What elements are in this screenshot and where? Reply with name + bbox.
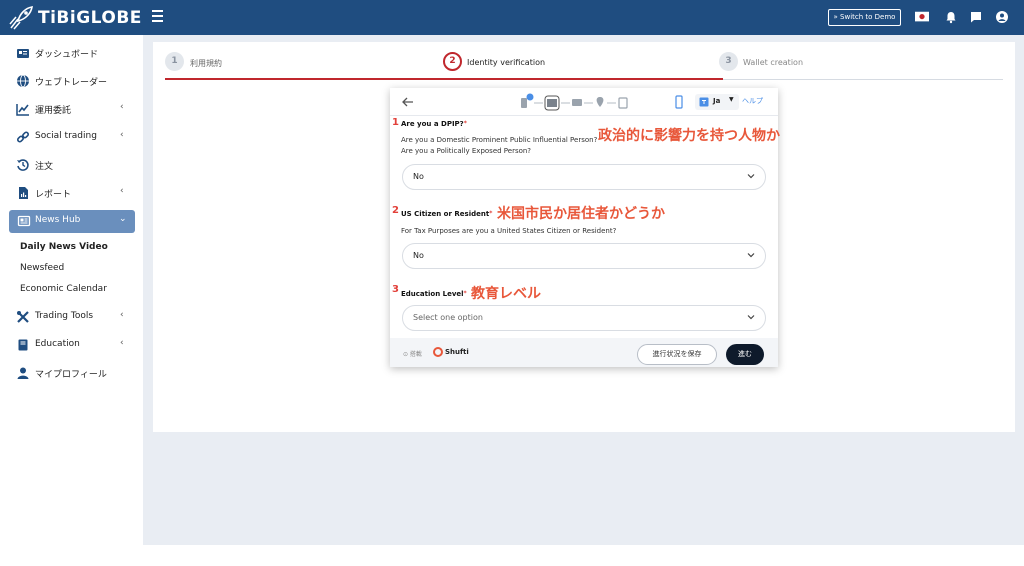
sidebar-subitem-daily-news-video[interactable]: Daily News Video: [20, 242, 108, 252]
step-2-circle[interactable]: 2: [443, 52, 462, 71]
help-link[interactable]: ヘルプ: [742, 96, 763, 106]
chevron-down-icon: ▼: [729, 96, 734, 103]
top-bar: TiBiGLOBE » Switch to Demo: [0, 0, 1024, 35]
bell-icon[interactable]: [944, 10, 958, 24]
education-level-label: Education Level*: [401, 290, 467, 298]
dpip-question-2: Are you a Politically Exposed Person?: [401, 147, 532, 155]
history-icon: [17, 159, 29, 171]
globe-icon: [17, 74, 29, 88]
switch-to-demo-button[interactable]: » Switch to Demo: [828, 9, 901, 26]
user-icon: [17, 367, 29, 379]
chevron-left-icon: ‹: [120, 310, 124, 320]
powered-by-label: ⊙ 搭載: [403, 351, 422, 358]
chart-line-icon: [16, 104, 29, 116]
dpip-select-value: No: [413, 172, 424, 181]
us-citizen-label: US Citizen or Resident*: [401, 210, 493, 218]
sidebar-item-label: Education: [35, 339, 80, 349]
annotation-us-citizen: 米国市民か居住者かどうか: [497, 206, 665, 222]
sidebar-subitem-newsfeed[interactable]: Newsfeed: [20, 263, 64, 273]
step-1-label[interactable]: 利用規約: [190, 58, 222, 69]
education-level-placeholder: Select one option: [413, 313, 483, 322]
rocket-icon: [9, 6, 33, 30]
sidebar-item-label: ダッシュボード: [35, 50, 99, 60]
sidebar: ダッシュボード ウェブトレーダー 運用委託 ‹ Social trading ‹…: [0, 35, 143, 566]
chevron-down-icon: [747, 253, 755, 258]
language-value: Ja: [713, 97, 721, 105]
chevron-left-icon: ‹: [120, 338, 124, 348]
book-icon: [18, 339, 28, 351]
sidebar-item-education[interactable]: Education ‹: [0, 334, 143, 356]
annotation-education: 教育レベル: [471, 286, 541, 302]
step-2-label[interactable]: Identity verification: [467, 58, 545, 67]
annotation-dpip: 政治的に影響力を持つ人物か: [598, 128, 780, 144]
annotation-number-2: 2: [392, 205, 399, 216]
stepper-progress-rest: [723, 79, 1003, 80]
dpip-label: Are you a DPIP?*: [401, 120, 467, 128]
chevron-left-icon: ‹: [120, 186, 124, 196]
chevron-left-icon: ‹: [120, 102, 124, 112]
annotation-number-3: 3: [392, 284, 399, 295]
sidebar-item-label: レポート: [35, 190, 72, 200]
stepper-progress-active: [165, 78, 723, 80]
dpip-question-1: Are you a Domestic Prominent Public Infl…: [401, 136, 598, 144]
logo-text: TiBiGLOBE: [38, 8, 142, 28]
shufti-logo-icon: [433, 347, 443, 357]
file-chart-icon: [19, 187, 28, 199]
modal-footer: ⊙ 搭載 Shufti 進行状況を保存 進む: [390, 338, 778, 367]
translate-icon: [699, 97, 709, 107]
page-footer: [143, 545, 1024, 566]
logo[interactable]: TiBiGLOBE: [8, 5, 148, 31]
sidebar-item-label: News Hub: [35, 215, 81, 225]
sidebar-subitem-economic-calendar[interactable]: Economic Calendar: [20, 284, 107, 294]
save-progress-button[interactable]: 進行状況を保存: [637, 344, 717, 365]
sidebar-item-web-trader[interactable]: ウェブトレーダー: [0, 70, 143, 92]
sidebar-item-managed-investment[interactable]: 運用委託 ‹: [0, 98, 143, 120]
sidebar-item-my-profile[interactable]: マイプロフィール: [0, 362, 143, 384]
modal-header: Ja ▼ ヘルプ: [390, 88, 778, 116]
user-account-icon[interactable]: [995, 10, 1009, 24]
sidebar-item-orders[interactable]: 注文: [0, 154, 143, 176]
shufti-brand: Shufti: [445, 348, 469, 356]
chat-icon[interactable]: [969, 10, 983, 24]
sidebar-item-label: ウェブトレーダー: [35, 78, 108, 88]
chevron-down-icon: [747, 174, 755, 179]
step-3-circle[interactable]: 3: [719, 52, 738, 71]
dpip-select[interactable]: No: [402, 164, 766, 190]
sidebar-item-label: マイプロフィール: [35, 370, 107, 380]
newspaper-icon: [17, 215, 31, 227]
step-3-label[interactable]: Wallet creation: [743, 58, 803, 67]
language-selector[interactable]: Ja ▼: [695, 94, 739, 110]
sidebar-item-label: Trading Tools: [35, 311, 94, 321]
annotation-number-1: 1: [392, 117, 399, 128]
link-icon: [16, 131, 30, 143]
chevron-down-icon: ⌄: [119, 214, 127, 224]
us-citizen-select-value: No: [413, 251, 424, 260]
us-citizen-question: For Tax Purposes are you a United States…: [401, 227, 617, 235]
sidebar-item-trading-tools[interactable]: Trading Tools ‹: [0, 306, 143, 328]
next-button[interactable]: 進む: [726, 344, 764, 365]
sidebar-item-news-hub[interactable]: News Hub ⌄: [9, 210, 135, 233]
mobile-icon[interactable]: [673, 95, 685, 109]
sidebar-item-label: Social trading: [35, 131, 97, 141]
sidebar-item-social-trading[interactable]: Social trading ‹: [0, 126, 143, 148]
back-arrow-icon[interactable]: [402, 97, 414, 107]
step-1-circle[interactable]: 1: [165, 52, 184, 71]
chevron-left-icon: ‹: [120, 130, 124, 140]
japan-flag-icon[interactable]: [915, 10, 929, 24]
sidebar-item-label: 注文: [35, 162, 54, 172]
education-level-select[interactable]: Select one option: [402, 305, 766, 331]
id-card-icon: [17, 49, 29, 58]
sidebar-item-label: 運用委託: [35, 106, 72, 116]
tools-icon: [17, 311, 29, 323]
us-citizen-select[interactable]: No: [402, 243, 766, 269]
sidebar-item-reports[interactable]: レポート ‹: [0, 182, 143, 204]
progress-steps-icons: [521, 93, 628, 111]
sidebar-item-dashboard[interactable]: ダッシュボード: [0, 42, 143, 64]
chevron-down-icon: [747, 315, 755, 320]
menu-toggle-icon[interactable]: [152, 10, 163, 22]
